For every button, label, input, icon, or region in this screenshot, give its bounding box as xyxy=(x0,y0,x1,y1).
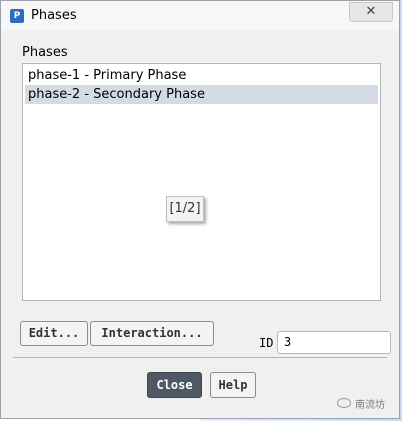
title-bar[interactable]: P Phases ✕ xyxy=(1,1,399,31)
window-close-button[interactable]: ✕ xyxy=(349,2,393,22)
list-item-phase-1[interactable]: phase-1 - Primary Phase xyxy=(25,66,378,85)
watermark-text: 南流坊 xyxy=(355,400,385,411)
phases-dialog: P Phases ✕ Phases phase-1 - Primary Phas… xyxy=(0,0,400,419)
interaction-button[interactable]: Interaction... xyxy=(90,321,214,346)
wechat-icon xyxy=(337,398,351,408)
phases-list[interactable]: phase-1 - Primary Phase phase-2 - Second… xyxy=(22,63,381,301)
close-button[interactable]: Close xyxy=(147,372,202,398)
window-title: Phases xyxy=(31,8,77,23)
list-count-tooltip: [1/2] xyxy=(166,196,204,222)
phases-group-label: Phases xyxy=(22,45,68,60)
edit-button[interactable]: Edit... xyxy=(20,321,88,346)
help-button[interactable]: Help xyxy=(210,372,256,398)
id-field[interactable]: 3 xyxy=(277,331,391,354)
list-item-phase-2[interactable]: phase-2 - Secondary Phase xyxy=(25,85,378,104)
separator xyxy=(13,357,387,358)
app-icon: P xyxy=(10,9,24,23)
id-label: ID xyxy=(259,336,274,350)
